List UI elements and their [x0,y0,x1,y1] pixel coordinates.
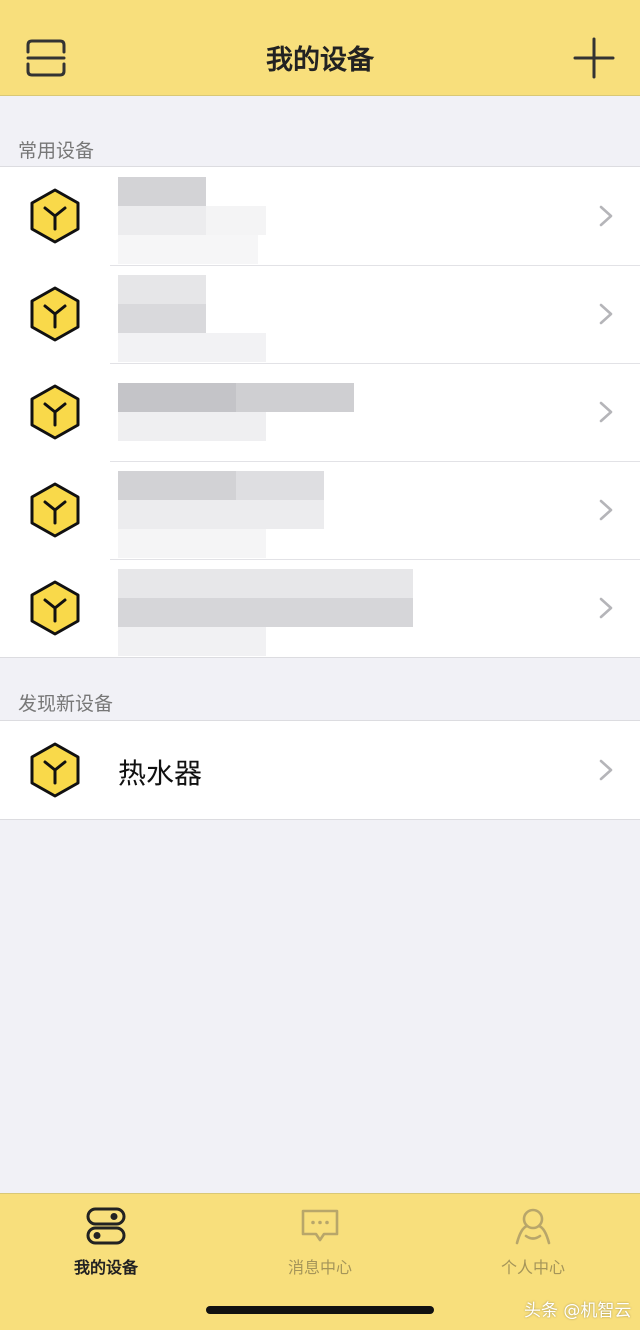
chevron-right-icon [598,759,614,781]
device-cube-icon [28,481,82,539]
common-devices-list [0,166,640,658]
toggle-switch-icon [86,1207,126,1245]
device-row[interactable] [0,363,640,461]
device-name-redacted [118,569,418,656]
device-name-redacted [118,275,418,362]
chevron-right-icon [598,597,614,619]
device-name: 热水器 [118,757,203,790]
new-devices-header: 发现新设备 [18,693,114,715]
tab-label: 我的设备 [73,1258,138,1277]
device-row[interactable]: 热水器 [0,721,640,819]
device-cube-icon [28,187,82,245]
device-cube-icon [28,383,82,441]
device-name-redacted [118,177,418,264]
device-cube-icon [28,741,82,799]
device-row[interactable] [0,559,640,657]
device-cube-icon [28,579,82,637]
device-row[interactable] [0,265,640,363]
device-row[interactable] [0,167,640,265]
tab-personal-center[interactable]: 个人中心 [463,1206,603,1278]
chat-bubble-icon [301,1209,339,1242]
common-devices-header: 常用设备 [18,140,95,162]
home-indicator [206,1306,434,1314]
device-name-redacted [118,471,418,558]
watermark: 头条 @机智云 [524,1301,632,1321]
chevron-right-icon [598,205,614,227]
tab-my-devices[interactable]: 我的设备 [36,1206,176,1278]
device-cube-icon [28,285,82,343]
plus-icon[interactable] [572,36,616,80]
chevron-right-icon [598,499,614,521]
tab-label: 消息中心 [287,1258,352,1277]
tab-message-center[interactable]: 消息中心 [250,1206,390,1278]
top-nav-bar: 我的设备 [0,0,640,96]
device-row[interactable] [0,461,640,559]
new-devices-list: 热水器 [0,720,640,820]
chevron-right-icon [598,303,614,325]
device-name-redacted [118,373,418,457]
person-icon [515,1208,551,1245]
device-screen: 我的设备 常用设备 发现新设备 热水器 我的设备 消息中心 个人中心 头条 @机… [0,0,640,1330]
chevron-right-icon [598,401,614,423]
page-title: 我的设备 [266,45,374,76]
tab-label: 个人中心 [500,1258,565,1277]
